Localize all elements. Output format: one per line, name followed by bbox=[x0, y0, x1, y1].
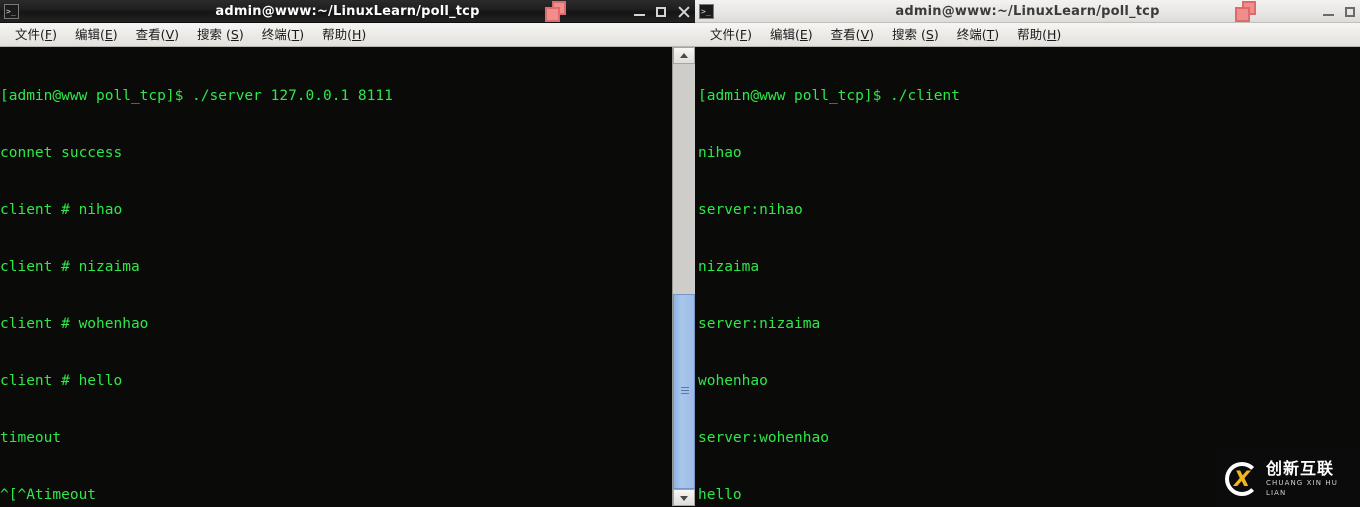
menubar-server: 文件(F) 编辑(E) 查看(V) 搜索 (S) 终端(T) 帮助(H) bbox=[0, 23, 695, 47]
menu-terminal[interactable]: 终端(T) bbox=[253, 23, 313, 46]
menu-file-pre: 文件( bbox=[710, 27, 740, 42]
terminal-line: [admin@www poll_tcp]$ ./server 127.0.0.1… bbox=[0, 88, 393, 104]
menu-help-post: ) bbox=[1056, 27, 1062, 42]
terminal-line: client # hello bbox=[0, 373, 123, 389]
terminal-line: client # wohenhao bbox=[0, 316, 149, 332]
terminal-window-server: admin@www:~/LinuxLearn/poll_tcp 文件(F) 编辑… bbox=[0, 0, 695, 507]
menu-edit-pre: 编辑( bbox=[74, 27, 105, 42]
menu-edit-post: ) bbox=[807, 27, 813, 42]
terminal-line: ^[^Atimeout bbox=[0, 487, 97, 503]
menu-help-pre: 帮助( bbox=[322, 27, 353, 42]
watermark-chinese: 创新互联 bbox=[1266, 459, 1335, 478]
scrollbar-track[interactable] bbox=[673, 64, 695, 489]
menu-edit-key: E bbox=[104, 27, 113, 42]
stacked-windows-icon[interactable] bbox=[1233, 1, 1259, 23]
menu-view-key: V bbox=[165, 27, 175, 42]
terminal-body-client: [admin@www poll_tcp]$ ./client nihao ser… bbox=[695, 47, 1360, 506]
chuangxinhulian-logo-icon: X bbox=[1225, 461, 1259, 496]
menu-edit-key: E bbox=[799, 27, 808, 42]
terminal-line: timeout bbox=[0, 430, 62, 446]
menu-search[interactable]: 搜索 (S) bbox=[883, 23, 948, 46]
stack-square-front bbox=[1235, 7, 1250, 22]
menu-view-pre: 查看( bbox=[830, 27, 861, 42]
terminal-line: nihao bbox=[698, 145, 742, 161]
minimize-button[interactable] bbox=[634, 5, 645, 19]
terminal-scrollbar[interactable] bbox=[672, 47, 695, 506]
maximize-button[interactable] bbox=[656, 5, 667, 19]
menubar-client: 文件(F) 编辑(E) 查看(V) 搜索 (S) 终端(T) 帮助(H) bbox=[695, 23, 1360, 47]
menu-file-post: ) bbox=[52, 27, 57, 42]
menu-search-key: S bbox=[925, 27, 934, 42]
menu-view-post: ) bbox=[174, 27, 180, 42]
watermark-logo: X 创新互联 CHUANG XIN HU LIAN bbox=[1215, 450, 1360, 507]
titlebar-server[interactable]: admin@www:~/LinuxLearn/poll_tcp bbox=[0, 0, 695, 23]
menu-help[interactable]: 帮助(H) bbox=[313, 23, 375, 46]
window-controls-server bbox=[634, 0, 691, 23]
menu-file[interactable]: 文件(F) bbox=[6, 23, 66, 46]
titlebar-client[interactable]: admin@www:~/LinuxLearn/poll_tcp bbox=[695, 0, 1360, 23]
logo-x-mark: X bbox=[1234, 466, 1251, 491]
menu-edit[interactable]: 编辑(E) bbox=[761, 23, 822, 46]
terminal-line: client # nihao bbox=[0, 202, 123, 218]
terminal-output-server[interactable]: [admin@www poll_tcp]$ ./server 127.0.0.1… bbox=[0, 47, 672, 506]
scrollbar-thumb[interactable] bbox=[673, 293, 695, 489]
menu-search-pre: 搜索 ( bbox=[197, 27, 231, 42]
terminal-icon bbox=[699, 3, 714, 19]
menu-edit-pre: 编辑( bbox=[769, 27, 800, 42]
stacked-windows-icon[interactable] bbox=[543, 1, 569, 23]
menu-help[interactable]: 帮助(H) bbox=[1008, 23, 1070, 46]
watermark-pinyin: CHUANG XIN HU LIAN bbox=[1266, 479, 1338, 497]
close-button[interactable] bbox=[678, 5, 691, 19]
terminal-line: wohenhao bbox=[698, 373, 768, 389]
menu-view[interactable]: 查看(V) bbox=[127, 23, 188, 46]
menu-terminal-pre: 终端( bbox=[261, 27, 292, 42]
terminal-line: server:nizaima bbox=[698, 316, 821, 332]
menu-file-key: F bbox=[44, 27, 53, 42]
menu-edit-post: ) bbox=[112, 27, 118, 42]
terminal-body-server: [admin@www poll_tcp]$ ./server 127.0.0.1… bbox=[0, 47, 695, 506]
scroll-down-arrow-button[interactable] bbox=[673, 489, 695, 506]
minimize-button[interactable] bbox=[1323, 5, 1334, 19]
menu-view-pre: 查看( bbox=[135, 27, 166, 42]
terminal-line: client # nizaima bbox=[0, 259, 140, 275]
terminal-window-client: admin@www:~/LinuxLearn/poll_tcp 文件(F) 编辑… bbox=[695, 0, 1360, 507]
window-controls-client bbox=[1323, 0, 1356, 23]
menu-view[interactable]: 查看(V) bbox=[822, 23, 883, 46]
menu-terminal-post: ) bbox=[994, 27, 1000, 42]
terminal-line: connet success bbox=[0, 145, 123, 161]
terminal-icon bbox=[4, 3, 19, 19]
window-title-server: admin@www:~/LinuxLearn/poll_tcp bbox=[215, 3, 480, 19]
menu-search[interactable]: 搜索 (S) bbox=[188, 23, 253, 46]
terminal-line: nizaima bbox=[698, 259, 760, 275]
terminal-line: [admin@www poll_tcp]$ ./client bbox=[698, 88, 960, 104]
terminal-output-client[interactable]: [admin@www poll_tcp]$ ./client nihao ser… bbox=[695, 47, 1360, 506]
stack-square-front bbox=[545, 7, 560, 22]
scroll-up-arrow-button[interactable] bbox=[673, 47, 695, 64]
menu-help-post: ) bbox=[361, 27, 367, 42]
menu-help-key: H bbox=[1047, 27, 1057, 42]
menu-edit[interactable]: 编辑(E) bbox=[66, 23, 127, 46]
menu-file[interactable]: 文件(F) bbox=[701, 23, 761, 46]
menu-help-key: H bbox=[352, 27, 362, 42]
menu-file-post: ) bbox=[747, 27, 752, 42]
menu-terminal[interactable]: 终端(T) bbox=[948, 23, 1008, 46]
terminal-line: server:nihao bbox=[698, 202, 803, 218]
menu-file-key: F bbox=[739, 27, 748, 42]
scrollbar-grip-icon bbox=[681, 387, 689, 395]
terminal-line: server:wohenhao bbox=[698, 430, 829, 446]
menu-search-pre: 搜索 ( bbox=[892, 27, 926, 42]
watermark-text: 创新互联 CHUANG XIN HU LIAN bbox=[1266, 459, 1360, 498]
menu-terminal-post: ) bbox=[299, 27, 305, 42]
menu-search-post: ) bbox=[933, 27, 939, 42]
menu-search-key: S bbox=[230, 27, 239, 42]
menu-terminal-pre: 终端( bbox=[956, 27, 987, 42]
menu-help-pre: 帮助( bbox=[1017, 27, 1048, 42]
menu-search-post: ) bbox=[238, 27, 244, 42]
desktop-screen: admin@www:~/LinuxLearn/poll_tcp 文件(F) 编辑… bbox=[0, 0, 1360, 507]
menu-view-key: V bbox=[860, 27, 870, 42]
maximize-button[interactable] bbox=[1345, 5, 1356, 19]
window-title-client: admin@www:~/LinuxLearn/poll_tcp bbox=[895, 3, 1160, 19]
menu-file-pre: 文件( bbox=[15, 27, 45, 42]
menu-view-post: ) bbox=[869, 27, 875, 42]
